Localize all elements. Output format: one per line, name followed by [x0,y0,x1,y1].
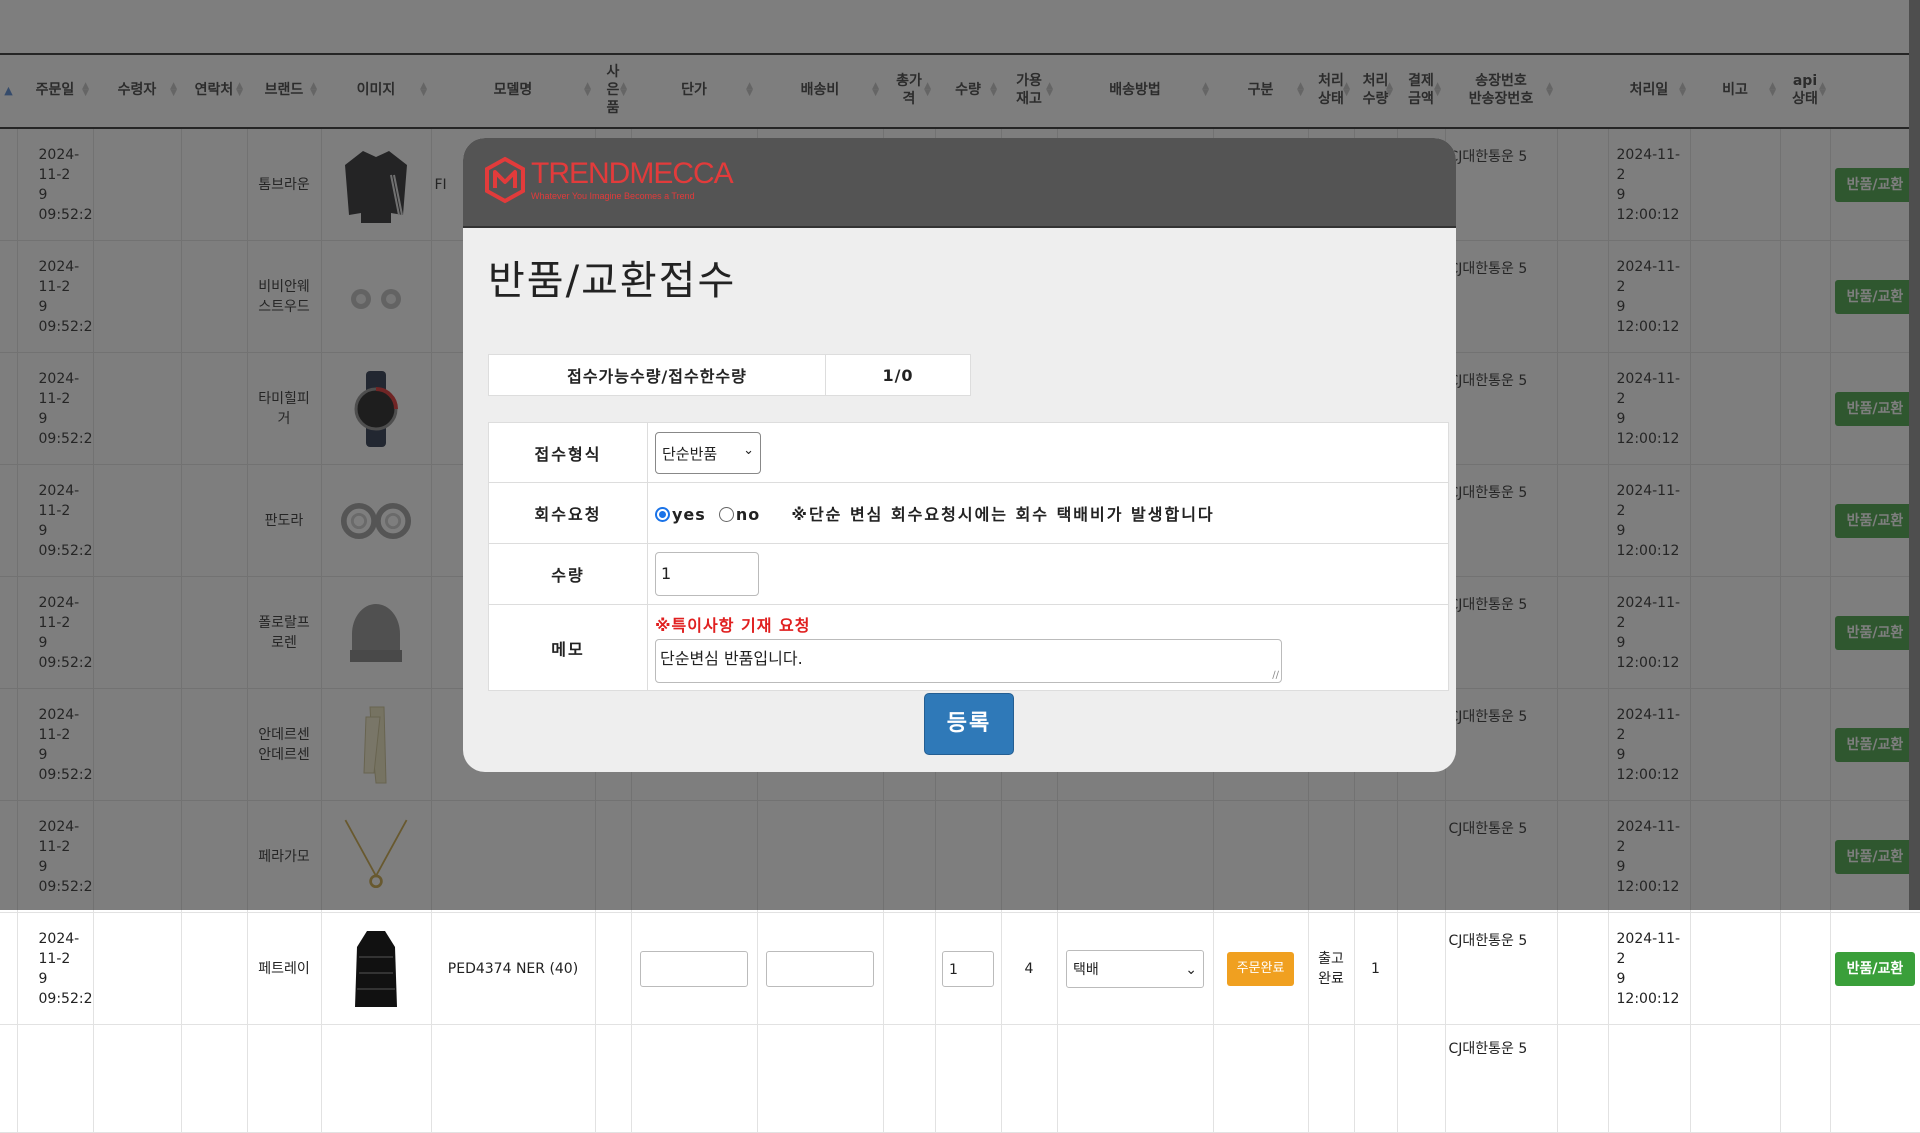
cell-proc_status [1308,1024,1355,1133]
trendmecca-logo: TRENDMECCA Whatever You Imagine Becomes … [483,156,734,204]
cell-invoice-text: CJ대한통운 5 [1448,933,1528,949]
cell-shipping_fee [757,1024,884,1133]
cell-qty: 1 [935,912,1002,1025]
memo-label: 메모 [488,604,648,691]
shipping-method-value: 택배 [1073,961,1099,978]
pickup-yes-radio[interactable] [655,507,670,522]
cell-stock [1001,1024,1058,1133]
cell-action: 반품/교환 [1830,912,1920,1025]
cell-api [1780,912,1831,1025]
shipping-method-select[interactable]: 택배 ⌄ [1066,949,1204,988]
quantity-cell-input[interactable]: 1 [942,950,994,987]
resize-grip-icon[interactable]: ∕∕ [1272,670,1279,681]
table-row: CJ대한통운 5 [0,1024,1920,1133]
cell-brand [247,1024,322,1133]
cell-invoice-text: CJ대한통운 5 [1448,1041,1528,1057]
cell-contact [181,1024,248,1133]
unit-price-input[interactable] [640,950,748,987]
cell-sort [0,912,18,1025]
cell-proc_qty: 1 [1354,912,1398,1025]
cell-proc_status: 출고 완료 [1308,912,1355,1025]
return-exchange-button[interactable]: 반품/교환 [1834,951,1916,986]
cell-order_date [17,1024,94,1133]
cell-proc_date: 2024-11-2 9 12:00:12 [1608,912,1691,1025]
cell-note [1690,1024,1781,1133]
cell-unit_price [631,912,758,1025]
cell-invoice: CJ대한통운 5 [1445,912,1558,1025]
cell-image [321,1024,432,1133]
cell-receiver [93,912,182,1025]
cell-brand-text: 페트레이 [258,960,310,977]
pickup-yes-label[interactable]: yes [672,505,706,524]
cell-api [1780,1024,1831,1133]
available-quantity-value: 1/0 [825,354,971,396]
type-select-value: 단순반품 [662,444,718,463]
memo-text: 단순변심 반품입니다. [660,649,803,668]
cell-proc_date-text: 2024-11-2 9 12:00:12 [1616,930,1681,1007]
cell-model: PED4374 NER (40) [431,912,596,1025]
cell-proc_qty [1354,1024,1398,1133]
cell-pay_amount [1397,1024,1446,1133]
cell-total [883,1024,936,1133]
cell-unit_price [631,1024,758,1133]
memo-textarea[interactable]: 단순변심 반품입니다. ∕∕ [655,639,1282,683]
pickup-no-radio[interactable] [718,507,734,522]
cell-pay_amount [1397,912,1446,1025]
table-row: 2024-11-2 9 09:52:26 페트레이 PED4374 NER (40)… [0,912,1920,1025]
cell-invoice: CJ대한통운 5 [1445,1024,1558,1133]
available-quantity-table: 접수가능수량/접수한수량 1/0 [488,354,971,396]
cell-model [431,1024,596,1133]
cell-order_date-text: 2024-11-2 9 09:52:26 [38,930,93,1007]
shipping-fee-input[interactable] [766,950,874,987]
cell-qty [935,1024,1002,1133]
product-thumbnail[interactable] [340,929,412,1009]
pickup-notice: ※단순 변심 회수요청시에는 회수 택배비가 발생합니다 [791,505,1215,524]
chevron-down-icon: ⌄ [743,442,754,458]
type-select[interactable]: 단순반품 ⌄ [655,431,761,474]
cell-ship_method [1057,1024,1214,1133]
available-quantity-label: 접수가능수량/접수한수량 [488,354,826,396]
pickup-label: 회수요청 [488,482,648,544]
quantity-input[interactable]: 1 [655,552,759,596]
cell-shipping_fee [757,912,884,1025]
cell-used [595,1024,632,1133]
cell-used [595,912,632,1025]
cell-model-text: PED4374 NER (40) [447,960,579,977]
cell-stock: 4 [1001,912,1058,1025]
cell-receiver [93,1024,182,1133]
cell-spacer [1557,1024,1609,1133]
logo-tagline: Whatever You Imagine Becomes a Trend [531,191,695,201]
cell-proc_date [1608,1024,1691,1133]
cell-proc_qty-text: 1 [1371,960,1380,977]
chevron-down-icon: ⌄ [1185,961,1197,978]
logo-wordmark: TRENDMECCA [531,157,734,190]
cell-stock-text: 4 [1024,960,1034,977]
cell-spacer [1557,912,1609,1025]
logo-hexagon-icon [485,156,525,204]
cell-note [1690,912,1781,1025]
submit-button[interactable]: 등록 [924,693,1014,755]
cell-category [1213,1024,1309,1133]
modal-header: TRENDMECCA Whatever You Imagine Becomes … [463,138,1456,228]
cell-sort [0,1024,18,1133]
cell-order_date: 2024-11-2 9 09:52:26 [17,912,94,1025]
order-status-button[interactable]: 주문완료 [1226,951,1295,986]
cell-total [883,912,936,1025]
cell-contact [181,912,248,1025]
cell-action [1830,1024,1920,1133]
return-exchange-modal: TRENDMECCA Whatever You Imagine Becomes … [463,138,1456,772]
type-label: 접수형식 [488,422,648,483]
cell-proc_status-text: 출고 완료 [1318,950,1344,987]
pickup-no-label[interactable]: no [736,505,760,524]
quantity-label: 수량 [488,543,648,605]
cell-category: 주문완료 [1213,912,1309,1025]
cell-ship_method: 택배 ⌄ [1057,912,1214,1025]
memo-warning: ※특이사항 기재 요청 [655,616,811,635]
return-form: 접수형식 단순반품 ⌄ 회수요청 yes no ※단순 변심 회수요청시에는 회… [488,422,1449,691]
modal-title: 반품/교환접수 [488,258,737,304]
cell-brand: 페트레이 [247,912,322,1025]
cell-image [321,912,432,1025]
